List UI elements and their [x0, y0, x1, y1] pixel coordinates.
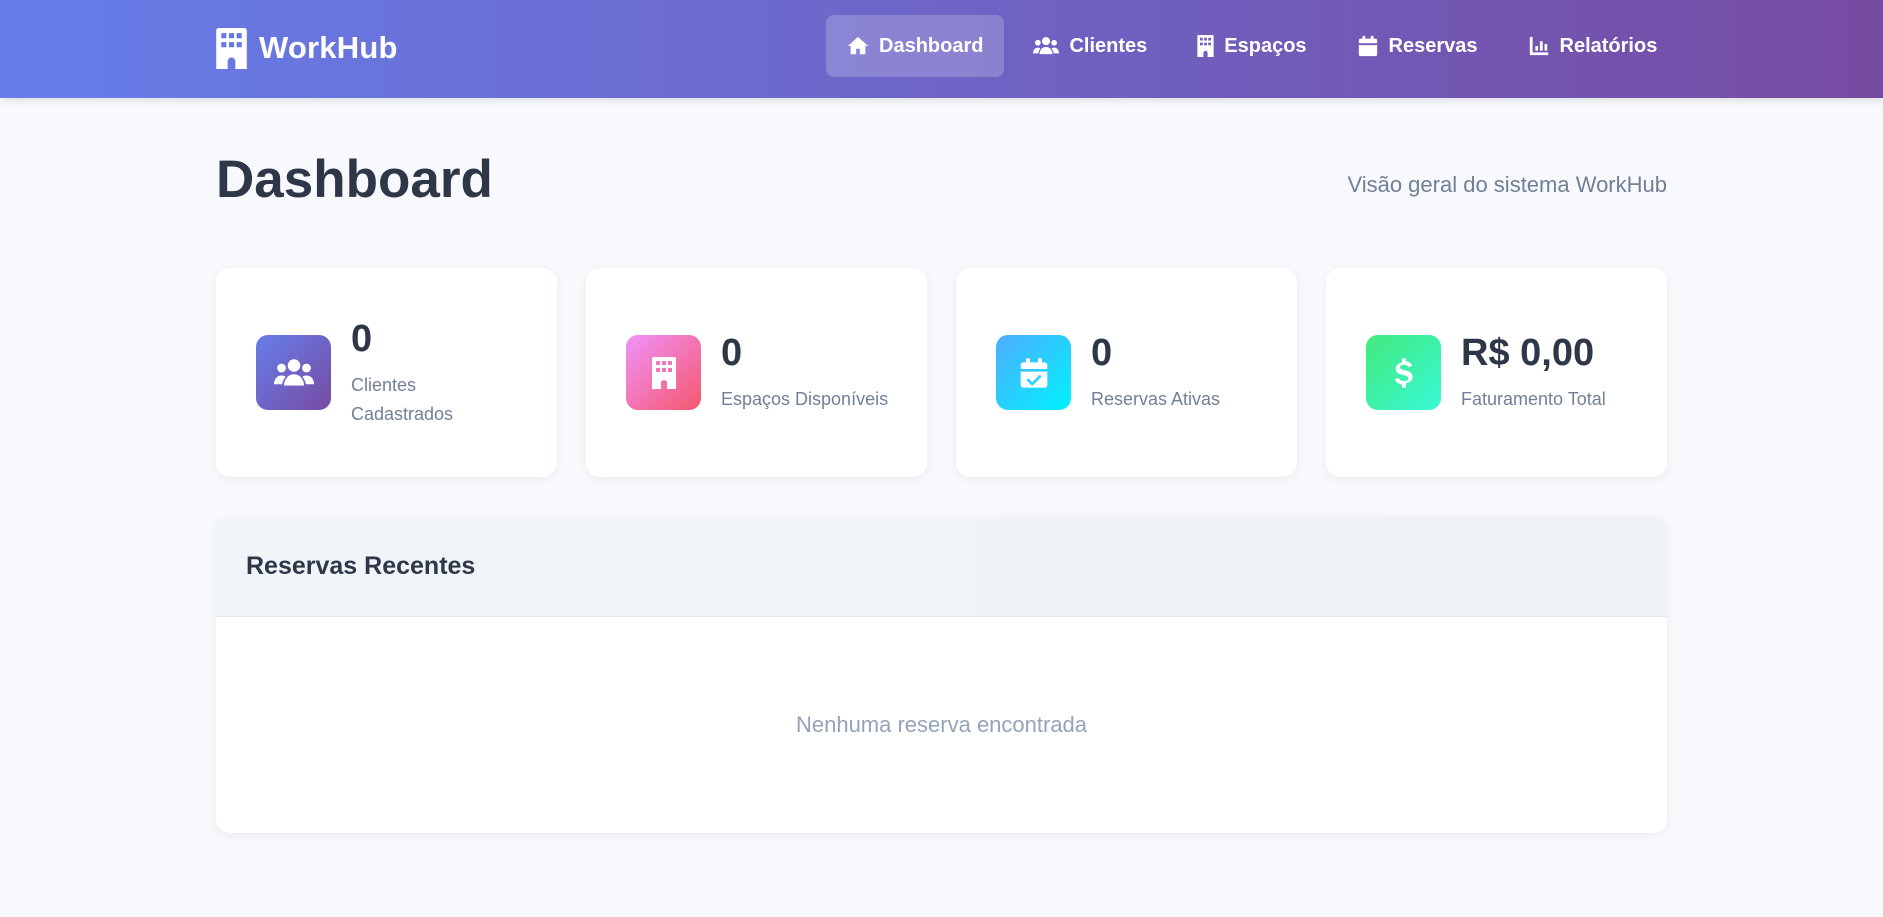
panel-header: Reservas Recentes: [216, 517, 1667, 617]
chart-icon: [1528, 35, 1550, 57]
users-icon: [1033, 35, 1059, 57]
stat-card-reservas: 0 Reservas Ativas: [956, 268, 1297, 477]
recent-reservations-panel: Reservas Recentes Nenhuma reserva encont…: [216, 517, 1667, 833]
brand-logo[interactable]: WorkHub: [216, 27, 398, 69]
stat-value-clientes: 0: [351, 317, 373, 360]
building-icon: [652, 357, 676, 389]
stat-card-espacos: 0 Espaços Disponíveis: [586, 268, 927, 477]
stat-label-reservas: Reservas Ativas: [1091, 389, 1221, 409]
stat-icon-reservas: [996, 335, 1071, 410]
stat-card-clientes: 0 Clientes Cadastrados: [216, 268, 557, 477]
stat-body: 0 Espaços Disponíveis: [721, 331, 888, 414]
stat-icon-espacos: [626, 335, 701, 410]
nav-relatorios-label: Relatórios: [1559, 34, 1658, 57]
nav-espacos[interactable]: Espaços: [1176, 15, 1327, 77]
building-icon: [1197, 35, 1214, 57]
stat-body: R$ 0,00 Faturamento Total: [1461, 331, 1606, 414]
top-navbar: WorkHub Dashboard Clientes Espaços Reser…: [0, 0, 1883, 98]
home-icon: [847, 35, 869, 57]
calendar-icon: [1357, 35, 1379, 57]
panel-title: Reservas Recentes: [246, 552, 476, 580]
stat-label-espacos: Espaços Disponíveis: [721, 389, 889, 409]
main-nav: Dashboard Clientes Espaços Reservas Rela…: [826, 15, 1678, 77]
users-icon: [274, 355, 314, 391]
brand-name: WorkHub: [259, 30, 398, 65]
stat-value-espacos: 0: [721, 332, 743, 374]
page-subtitle: Visão geral do sistema WorkHub: [1347, 172, 1667, 197]
calendar-check-icon: [1018, 357, 1050, 389]
stat-icon-faturamento: [1366, 335, 1441, 410]
nav-espacos-label: Espaços: [1224, 34, 1307, 57]
nav-clientes[interactable]: Clientes: [1012, 15, 1168, 77]
stat-body: 0 Clientes Cadastrados: [351, 317, 481, 429]
page-title: Dashboard: [216, 150, 493, 209]
stat-icon-clientes: [256, 335, 331, 410]
stat-card-faturamento: R$ 0,00 Faturamento Total: [1326, 268, 1667, 477]
nav-clientes-label: Clientes: [1069, 34, 1148, 57]
nav-dashboard-label: Dashboard: [879, 34, 984, 57]
nav-reservas[interactable]: Reservas: [1336, 15, 1499, 77]
stats-grid: 0 Clientes Cadastrados 0 Espaços Disponí…: [216, 268, 1667, 477]
nav-dashboard[interactable]: Dashboard: [826, 15, 1005, 77]
dollar-icon: [1388, 357, 1420, 389]
empty-state-text: Nenhuma reserva encontrada: [795, 712, 1088, 737]
stat-label-faturamento: Faturamento Total: [1461, 389, 1606, 409]
stat-label-clientes: Clientes Cadastrados: [351, 374, 454, 424]
stat-value-reservas: 0: [1091, 332, 1113, 374]
building-icon: [216, 28, 247, 69]
stat-value-faturamento: R$ 0,00: [1461, 332, 1595, 374]
stat-body: 0 Reservas Ativas: [1091, 331, 1220, 414]
panel-body: Nenhuma reserva encontrada: [216, 617, 1667, 833]
nav-relatorios[interactable]: Relatórios: [1507, 15, 1679, 77]
nav-reservas-label: Reservas: [1388, 34, 1478, 57]
